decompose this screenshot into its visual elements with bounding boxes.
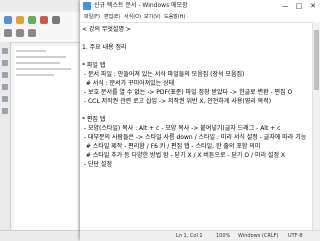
text-line: - CCL 저작권 관련 로고 삽입 -> 저작권 위반 X, 안전하게 사용(… [82,98,272,105]
text-line: * 편집 탭 [82,116,106,123]
toolbar-icon[interactable] [16,16,24,24]
text-editor[interactable]: < 강의 무엇설명 > 1. 주요 내용 정리 * 파일 탭 - 문서 파일 :… [82,23,310,230]
document-text-line [16,74,54,76]
menu-file[interactable]: 파일(F) [84,12,100,22]
text-line: - 문서 파일 : 만들어져 있는 서식 파일들의 모음집 (장석 모음집) [82,71,245,78]
document-text-line [16,62,60,64]
sidebar-icon[interactable] [2,60,8,66]
menu-help[interactable]: 도움말(H) [164,12,185,22]
window-title: 신규 텍스트 문서 - Windows 메모장 [94,2,188,9]
text-line: # 스타일 추가 등 다양한 방법 함 - 닫기 X / X 버튼으로 - 닫기… [82,152,285,159]
text-line: - 모양(스타일) 복사 : Alt + c - 모양 복사 -> 붙여넣기(글… [82,125,281,132]
maximize-button[interactable]: □ [292,0,306,12]
text-line: - 보호 문서를 열 수 없는 -> PDF(표준) 파일 정장 받았다 -> … [82,89,293,96]
notepad-window: 신규 텍스트 문서 - Windows 메모장 — □ ✕ 파일(F) 편집(E… [80,0,320,241]
document-text-line [16,56,66,58]
background-document-page [14,46,78,230]
sidebar-icon[interactable] [2,84,8,90]
text-line: 1. 주요 내용 정리 [82,44,127,51]
minimize-button[interactable]: — [278,0,292,12]
toolbar-icon[interactable] [4,16,12,24]
text-line: - 단단 설정 [82,161,112,168]
menu-format[interactable]: 서식(O) [124,12,141,22]
sidebar-icon[interactable] [2,108,8,114]
toolbar-icon[interactable] [4,29,12,37]
toolbar-icon[interactable] [28,29,36,37]
vertical-scrollbar[interactable] [312,22,320,230]
status-bar: Ln 1, Col 1 100% Windows (CRLF) UTF-8 [80,230,320,241]
toolbar-icon[interactable] [52,16,60,24]
text-line: < 강의 무엇설명 > [82,26,131,33]
toolbar-icon[interactable] [28,16,36,24]
text-line: # 서식 : 문서가 꾸미어져있는 상태 [82,80,175,87]
background-app-statusbar [0,230,80,241]
text-line: - 대부분의 사람들은 -> 스타일 사름 down / 스타일 : 미리 서식… [82,134,307,141]
background-app-sidebar [0,42,11,230]
menu-view[interactable]: 보기(V) [144,12,161,22]
menu-bar: 파일(F) 편집(E) 서식(O) 보기(V) 도움말(H) [80,12,320,23]
text-line: # 스타일 제작 - 편리함 / F6 키 / 편집 탭 - 스타일, 한 줄의… [82,143,261,150]
text-line: * 파일 탭 [82,62,106,69]
close-button[interactable]: ✕ [306,0,320,12]
title-bar[interactable]: 신규 텍스트 문서 - Windows 메모장 — □ ✕ [80,0,320,12]
document-text-line [16,68,71,70]
menu-edit[interactable]: 편집(E) [104,12,120,22]
toolbar-icon[interactable] [16,29,24,37]
background-app-window [0,0,80,241]
sidebar-icon[interactable] [2,72,8,78]
background-app-toolbar [0,12,80,43]
sidebar-icon[interactable] [2,96,8,102]
toolbar-icon[interactable] [40,16,48,24]
scrollbar-thumb[interactable] [314,30,319,90]
notepad-icon [83,2,91,10]
sidebar-icon[interactable] [2,48,8,54]
document-text-line [16,50,46,52]
